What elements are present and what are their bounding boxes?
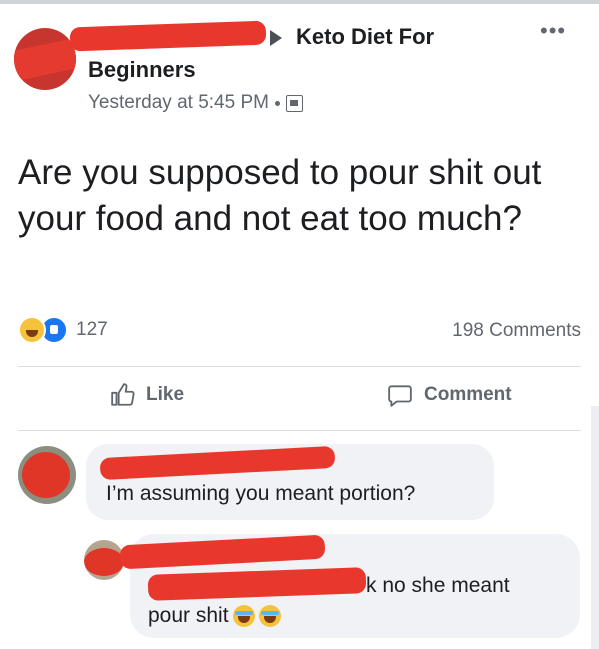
post-meta: Yesterday at 5:45 PM — [88, 92, 303, 114]
post-text: Are you supposed to pour shit out your f… — [18, 153, 542, 238]
separator-dot — [274, 100, 280, 106]
reply-text-continued: pour shit — [148, 604, 281, 628]
group-name-continued[interactable]: Beginners — [88, 57, 196, 83]
post-timestamp[interactable]: Yesterday at 5:45 PM — [88, 92, 269, 114]
replier-avatar[interactable] — [84, 540, 124, 580]
scroll-edge — [591, 406, 599, 649]
top-divider — [0, 0, 599, 4]
laughing-tears-icon — [258, 605, 281, 627]
posted-in-arrow-icon — [270, 30, 282, 46]
divider — [18, 430, 581, 431]
like-button[interactable]: Like — [110, 382, 184, 408]
reaction-count[interactable]: 127 — [76, 319, 108, 341]
like-label: Like — [146, 384, 185, 405]
comment-bubble-icon — [388, 385, 412, 407]
public-icon[interactable] — [285, 94, 303, 112]
group-name[interactable]: Keto Diet For — [296, 24, 434, 50]
more-options-icon[interactable]: ••• — [540, 20, 566, 42]
laughing-tears-icon — [232, 605, 255, 627]
comment-button[interactable]: Comment — [386, 382, 512, 408]
redaction-scribble — [14, 36, 76, 82]
comment-label: Comment — [424, 384, 512, 405]
reply-text: k no she meant — [366, 574, 510, 597]
comment-text: I’m assuming you meant portion? — [106, 482, 416, 505]
reply-text-line2: pour shit — [148, 604, 229, 627]
thumbs-up-icon — [111, 383, 135, 406]
redaction-scribble — [84, 548, 124, 576]
haha-icon — [18, 316, 46, 344]
comment-count[interactable]: 198 Comments — [452, 320, 581, 342]
redacted-poster-name — [69, 20, 267, 52]
redaction-scribble — [22, 452, 70, 498]
commenter-avatar[interactable] — [18, 446, 76, 504]
divider — [18, 366, 581, 367]
poster-avatar[interactable] — [14, 28, 76, 90]
reaction-summary[interactable]: 127 — [18, 316, 108, 344]
